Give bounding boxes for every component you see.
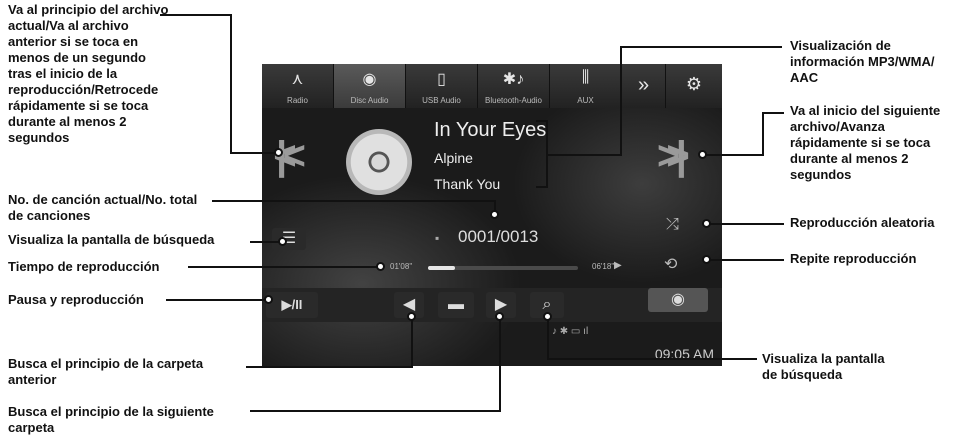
- leader-dot: [264, 295, 273, 304]
- leader-dot: [543, 312, 552, 321]
- usb-icon: ▯: [437, 71, 446, 88]
- play-pause-button[interactable]: ▶/II: [266, 292, 318, 318]
- leader-line: [708, 223, 784, 225]
- leader-line: [536, 186, 548, 188]
- tab-aux[interactable]: ⫼ AUX: [550, 64, 622, 108]
- leader-line: [546, 120, 548, 188]
- tab-bluetooth-audio[interactable]: ✱♪ Bluetooth-Audio: [478, 64, 550, 108]
- folder-button[interactable]: ▬: [438, 292, 474, 318]
- leader-dot: [376, 262, 385, 271]
- leader-line: [250, 241, 280, 243]
- source-tab-bar: ⋏ Radio ◉ Disc Audio ▯ USB Audio ✱♪ Blue…: [262, 64, 722, 108]
- leader-line: [762, 112, 784, 114]
- callout-pause-play: Pausa y reproducción: [8, 292, 144, 307]
- leader-line: [250, 410, 500, 412]
- leader-line: [548, 154, 622, 156]
- elapsed-time: 01'08": [390, 262, 413, 271]
- tab-label: Bluetooth-Audio: [485, 96, 542, 105]
- antenna-icon: ⋏: [291, 71, 304, 88]
- tab-disc-audio[interactable]: ◉ Disc Audio: [334, 64, 406, 108]
- tab-usb-audio[interactable]: ▯ USB Audio: [406, 64, 478, 108]
- leader-dot: [278, 237, 287, 246]
- callout-info-display: Visualización de información MP3/WMA/AAC: [790, 38, 935, 85]
- bluetooth-icon: ✱♪: [502, 71, 525, 88]
- leader-line: [188, 266, 378, 268]
- shuffle-icon[interactable]: ⤮: [666, 216, 679, 234]
- disc-icon: ◉: [362, 71, 377, 88]
- disc-artwork: [346, 129, 412, 195]
- tab-label: USB Audio: [422, 96, 461, 105]
- callout-search-left: Visualiza la pantalla de búsqueda: [8, 232, 215, 247]
- callout-prev-folder: Busca el principio de la carpeta anterior: [8, 356, 204, 387]
- leader-line: [230, 152, 278, 154]
- search-list-button[interactable]: ☰: [272, 228, 306, 250]
- callout-play-time: Tiempo de reproducción: [8, 259, 160, 274]
- leader-line: [547, 316, 549, 360]
- leader-dot: [702, 219, 711, 228]
- callout-next-folder: Busca el principio de la siguiente carpet…: [8, 404, 214, 435]
- callout-search-right: Visualiza la pantalla de búsqueda: [762, 351, 885, 382]
- leader-dot: [702, 255, 711, 264]
- callout-track-count: No. de canción actual/No. total de cancio…: [8, 192, 198, 223]
- status-icons: ♪ ✱ ▭ ıl: [552, 326, 589, 337]
- play-indicator-icon: ▶: [614, 260, 622, 271]
- tab-label: Radio: [287, 96, 308, 105]
- callout-prev-file: Va al principio del archivo actual/Va al …: [8, 2, 169, 145]
- more-button[interactable]: »: [622, 64, 666, 108]
- leader-line: [230, 14, 232, 154]
- aux-icon: ⫼: [581, 69, 590, 86]
- leader-line: [160, 14, 230, 16]
- leader-dot: [495, 312, 504, 321]
- settings-button[interactable]: ⚙: [666, 64, 722, 108]
- tab-label: Disc Audio: [350, 96, 389, 105]
- leader-dot: [698, 150, 707, 159]
- tab-radio[interactable]: ⋏ Radio: [262, 64, 334, 108]
- leader-dot: [274, 148, 283, 157]
- callout-shuffle: Reproducción aleatoria: [790, 215, 935, 230]
- leader-line: [547, 358, 757, 360]
- leader-line: [536, 120, 548, 122]
- progress-fill: [428, 266, 455, 270]
- leader-line: [620, 46, 622, 156]
- wrench-disc-icon: ⚙: [685, 74, 703, 94]
- leader-line: [411, 316, 413, 368]
- next-file-button[interactable]: >>|: [657, 134, 687, 179]
- file-icon: ▪: [435, 231, 440, 245]
- repeat-icon[interactable]: ⟲: [664, 254, 677, 274]
- callout-next-file: Va al inicio del siguiente archivo/Avanza…: [790, 103, 941, 182]
- progress-bar[interactable]: [428, 266, 578, 270]
- leader-dot: [407, 312, 416, 321]
- leader-line: [620, 46, 782, 48]
- disc-setup-button[interactable]: ◉: [648, 288, 708, 312]
- tab-label: AUX: [577, 96, 594, 105]
- track-title: In Your Eyes: [434, 119, 547, 141]
- total-time: 06'18": [592, 262, 615, 271]
- leader-line: [704, 154, 764, 156]
- leader-dot: [490, 210, 499, 219]
- leader-line: [708, 259, 784, 261]
- track-number: 0001/0013: [458, 227, 539, 246]
- leader-line: [212, 200, 494, 202]
- double-chevron-icon: »: [637, 74, 650, 96]
- callout-repeat: Repite reproducción: [790, 251, 917, 266]
- leader-line: [499, 316, 501, 412]
- track-artist: Alpine: [434, 150, 473, 166]
- track-album: Thank You: [434, 176, 501, 192]
- leader-line: [762, 112, 764, 156]
- leader-line: [166, 299, 266, 301]
- control-bar: ▶/II ◀ ▬ ▶ ⌕ ◉: [262, 288, 722, 322]
- leader-line: [246, 366, 412, 368]
